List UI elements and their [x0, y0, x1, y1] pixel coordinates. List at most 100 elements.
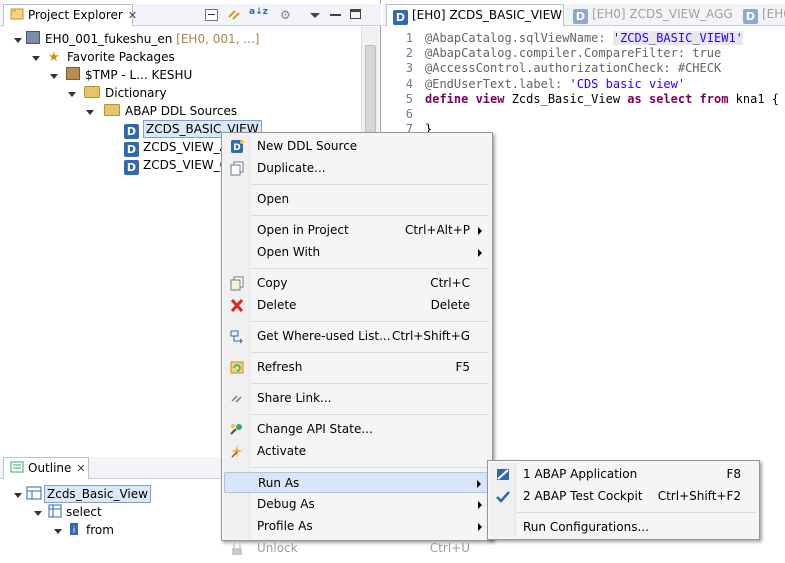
menu-item-label: Copy — [257, 276, 288, 290]
menu-item-copy[interactable]: Copy Ctrl+C — [224, 273, 490, 294]
project-explorer-tabbar: Project Explorer ✕ a↓z ⚙ — [0, 4, 381, 26]
tab-eh0[interactable]: D [EH0 — [737, 4, 785, 26]
submenu-arrow-icon — [477, 480, 481, 488]
menu-item-label: Change API State... — [257, 422, 373, 436]
expand-arrow-icon[interactable] — [54, 529, 62, 534]
menu-item-open[interactable]: Open — [224, 189, 490, 210]
minimize-icon[interactable] — [330, 14, 341, 16]
menu-separator — [251, 414, 489, 415]
code-line: @AbapCatalog.sqlViewName: 'ZCDS_BASIC_VI… — [425, 31, 743, 46]
expand-arrow-icon[interactable] — [50, 74, 58, 79]
expand-arrow-icon[interactable] — [34, 511, 42, 516]
menu-item-label: Debug As — [257, 497, 315, 511]
activate-icon — [229, 444, 245, 459]
menu-separator — [251, 268, 489, 269]
tab-zcds-basic-view[interactable]: D [EH0] ZCDS_BASIC_VIEW — [386, 4, 564, 26]
menu-item-shortcut: F8 — [726, 467, 741, 481]
close-icon[interactable]: ✕ — [76, 459, 85, 479]
scrollbar-thumb[interactable] — [365, 45, 376, 135]
tree-item-tmp-package[interactable]: $TMP - L... KESHU — [66, 66, 192, 84]
tree-item-project[interactable]: EH0_001_fukeshu_en [EH0, 001, ...] — [26, 30, 259, 48]
tab-label: [EH0] ZCDS_BASIC_VIEW — [412, 8, 563, 22]
menu-item-2-abap-test-cockpit[interactable]: 2 ABAP Test Cockpit Ctrl+Shift+F2 — [490, 486, 757, 507]
code-token: 'CDS basic view' — [569, 76, 686, 91]
menu-item-profile-as[interactable]: Profile As — [224, 516, 490, 537]
menu-item-refresh[interactable]: Refresh F5 — [224, 357, 490, 378]
svg-text:D: D — [233, 143, 240, 153]
expand-arrow-icon[interactable] — [86, 110, 94, 115]
tree-item-label: Favorite Packages — [67, 50, 175, 64]
table-icon — [48, 504, 62, 518]
menu-item-debug-as[interactable]: Debug As — [224, 494, 490, 515]
menu-item-shortcut: Ctrl+Shift+G — [391, 329, 470, 343]
menu-item-label: Open — [257, 192, 290, 206]
tab-project-explorer[interactable]: Project Explorer ✕ — [3, 4, 137, 26]
view-icon — [26, 486, 42, 500]
tree-item-label: Zcds_Basic_View — [44, 485, 151, 503]
code-token: @AbapCatalog.compiler.CompareFilter: tru… — [425, 46, 722, 61]
star-icon: ★ — [48, 50, 60, 65]
view-menu-icon[interactable] — [310, 13, 320, 18]
outline-item-from[interactable]: i from — [68, 521, 114, 539]
menu-item-label: Profile As — [257, 519, 313, 533]
menu-item-label: Run Configurations... — [523, 520, 649, 534]
menu-separator — [251, 467, 489, 468]
collapse-all-icon[interactable] — [205, 9, 218, 21]
menu-item-label: Duplicate... — [257, 161, 326, 175]
menu-item-new-ddl-source[interactable]: D New DDL Source — [224, 136, 490, 157]
tab-zcds-view-agg[interactable]: D [EH0] ZCDS_VIEW_AGG — [567, 4, 747, 26]
menu-item-open-with[interactable]: Open With — [224, 242, 490, 263]
context-menu: D New DDL Source Duplicate... Open Open in P… — [221, 132, 493, 555]
expand-arrow-icon[interactable] — [32, 56, 40, 61]
maximize-icon[interactable] — [350, 9, 361, 19]
line-number: 5 — [405, 91, 413, 106]
ddl-source-icon: D — [393, 10, 408, 25]
menu-item-activate[interactable]: Activate — [224, 441, 490, 462]
tree-item-dictionary[interactable]: Dictionary — [84, 84, 167, 102]
menu-item-run-configurations[interactable]: Run Configurations... — [490, 517, 757, 538]
menu-item-label: Run As — [258, 476, 300, 490]
tree-item-favorite-packages[interactable]: ★ Favorite Packages — [48, 48, 175, 66]
menu-item-duplicate[interactable]: Duplicate... — [224, 158, 490, 179]
menu-item-label: New DDL Source — [257, 139, 358, 153]
sort-az-icon[interactable]: a↓z — [249, 7, 268, 23]
filter-icon[interactable]: ⚙ — [280, 8, 296, 22]
menu-separator — [251, 215, 489, 216]
menu-item-share-link[interactable]: Share Link... — [224, 388, 490, 409]
submenu-arrow-icon — [478, 523, 482, 531]
copy-icon — [229, 276, 245, 291]
menu-item-shortcut: Ctrl+C — [430, 276, 470, 290]
menu-item-unlock[interactable]: Unlock Ctrl+U — [224, 538, 490, 559]
menu-item-get-where-used-list[interactable]: Get Where-used List... Ctrl+Shift+G — [224, 326, 490, 347]
package-icon — [66, 67, 80, 80]
tab-label: [EH0 — [762, 7, 785, 21]
delete-icon — [229, 298, 245, 313]
outline-icon — [10, 460, 24, 474]
close-icon[interactable]: ✕ — [128, 6, 137, 26]
tree-item-abap-ddl-sources[interactable]: ABAP DDL Sources — [104, 102, 237, 120]
outline-item-select[interactable]: select — [48, 503, 102, 521]
menu-item-shortcut: Ctrl+Shift+F2 — [657, 489, 741, 503]
code-line: @AbapCatalog.compiler.CompareFilter: tru… — [425, 46, 721, 61]
expand-arrow-icon[interactable] — [14, 493, 22, 498]
menu-item-1-abap-application[interactable]: 1 ABAP Application F8 — [490, 464, 757, 485]
expand-arrow-icon[interactable] — [14, 38, 22, 43]
menu-item-shortcut: F5 — [455, 360, 470, 374]
menu-item-open-in-project[interactable]: Open in Project Ctrl+Alt+P — [224, 220, 490, 241]
link-with-editor-icon[interactable] — [226, 7, 242, 23]
menu-item-run-as[interactable]: Run As — [224, 472, 490, 493]
menu-item-delete[interactable]: Delete Delete — [224, 295, 490, 316]
project-explorer-title: Project Explorer — [28, 8, 123, 22]
menu-item-label: Activate — [257, 444, 307, 458]
where-used-icon — [229, 329, 245, 344]
lock-icon — [229, 541, 245, 556]
tree-item-label: ABAP DDL Sources — [125, 104, 238, 118]
ddl-source-icon: D — [124, 142, 139, 157]
menu-item-change-api-state[interactable]: Change API State... — [224, 419, 490, 440]
folder-icon — [104, 104, 120, 116]
outline-item-view[interactable]: Zcds_Basic_View — [26, 485, 151, 503]
expand-arrow-icon[interactable] — [68, 92, 76, 97]
code-line: @EndUserText.label: 'CDS basic view' — [425, 77, 685, 92]
tab-outline[interactable]: Outline ✕ — [3, 457, 89, 479]
menu-separator — [251, 321, 489, 322]
